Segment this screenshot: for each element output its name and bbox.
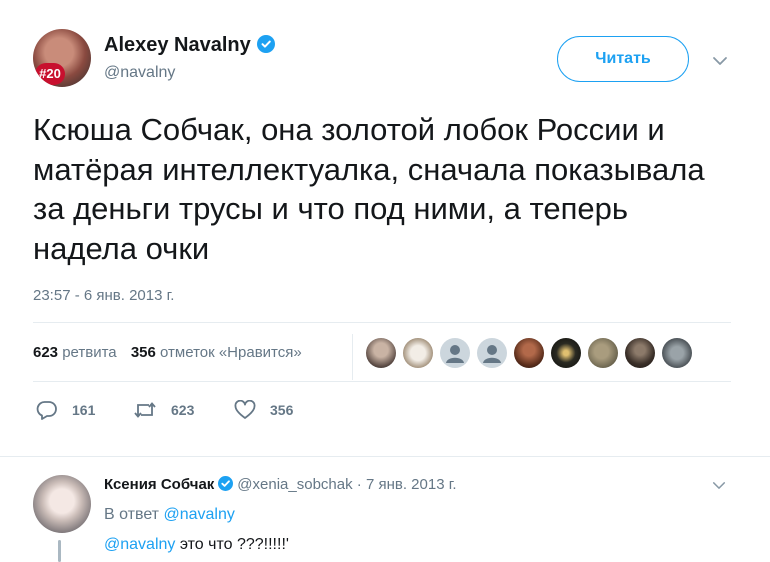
stats-divider [352, 334, 353, 380]
default-avatar-icon [446, 345, 464, 363]
reply-button[interactable]: 161 [36, 398, 95, 422]
reply-text-mention[interactable]: @navalny [104, 536, 175, 553]
reply-to-mention[interactable]: @navalny [163, 506, 234, 523]
retweet-icon [134, 402, 156, 418]
divider [33, 322, 731, 323]
chevron-down-icon[interactable] [712, 481, 726, 490]
reply-divider [0, 456, 770, 457]
like-count: 356 [270, 402, 294, 418]
tweet-actions: 161 623 356 [36, 398, 336, 422]
author-name[interactable]: Alexey Navalny [104, 34, 275, 57]
reply-date[interactable]: 7 янв. 2013 г. [366, 476, 457, 493]
tweet-text: Ксюша Собчак, она золотой лобок России и… [33, 112, 705, 266]
reply-to-line: В ответ @navalny [104, 506, 235, 524]
like-icon [234, 400, 256, 419]
reply-separator: · [356, 476, 362, 493]
liker-avatar[interactable] [440, 338, 470, 368]
liker-avatar[interactable] [588, 338, 618, 368]
author-name-text: Alexey Navalny [104, 34, 251, 56]
liker-avatar[interactable] [662, 338, 692, 368]
reply-header: Ксения Собчак @xenia_sobchak · 7 янв. 201… [104, 476, 457, 493]
retweets-stat[interactable]: 623 ретвита [33, 344, 117, 361]
liker-avatar[interactable] [551, 338, 581, 368]
follow-button[interactable]: Читать [557, 36, 689, 82]
liker-avatar[interactable] [366, 338, 396, 368]
reply-text: @navalny это что ???!!!!!' [104, 536, 289, 554]
reply-author-handle[interactable]: @xenia_sobchak [237, 476, 352, 493]
reply-to-prefix: В ответ [104, 506, 160, 523]
liker-avatar[interactable] [514, 338, 544, 368]
reply-icon [36, 401, 57, 420]
author-handle[interactable]: @navalny [104, 64, 175, 82]
likes-stat[interactable]: 356 отметок «Нравится» [131, 344, 302, 361]
liker-avatar[interactable] [403, 338, 433, 368]
retweet-button[interactable]: 623 [133, 398, 194, 422]
verified-icon [218, 476, 234, 491]
default-avatar-icon [483, 345, 501, 363]
avatar-badge: #20 [35, 63, 65, 85]
liker-avatar[interactable] [477, 338, 507, 368]
tweet-stats: 623 ретвита 356 отметок «Нравится» [33, 344, 312, 361]
reply-author-name[interactable]: Ксения Собчак [104, 476, 214, 493]
verified-icon [256, 35, 275, 53]
like-button[interactable]: 356 [234, 398, 293, 422]
retweet-count: 623 [171, 402, 195, 418]
chevron-down-icon[interactable] [712, 56, 728, 66]
tweet-timestamp[interactable]: 23:57 - 6 янв. 2013 г. [33, 287, 174, 304]
divider [33, 381, 731, 382]
reply-text-body: это что ???!!!!!' [175, 536, 289, 553]
thread-line [58, 540, 61, 562]
author-avatar[interactable]: #20 [33, 29, 91, 87]
reply-count: 161 [72, 402, 96, 418]
reply-author-avatar[interactable] [33, 475, 91, 533]
liker-avatar[interactable] [625, 338, 655, 368]
